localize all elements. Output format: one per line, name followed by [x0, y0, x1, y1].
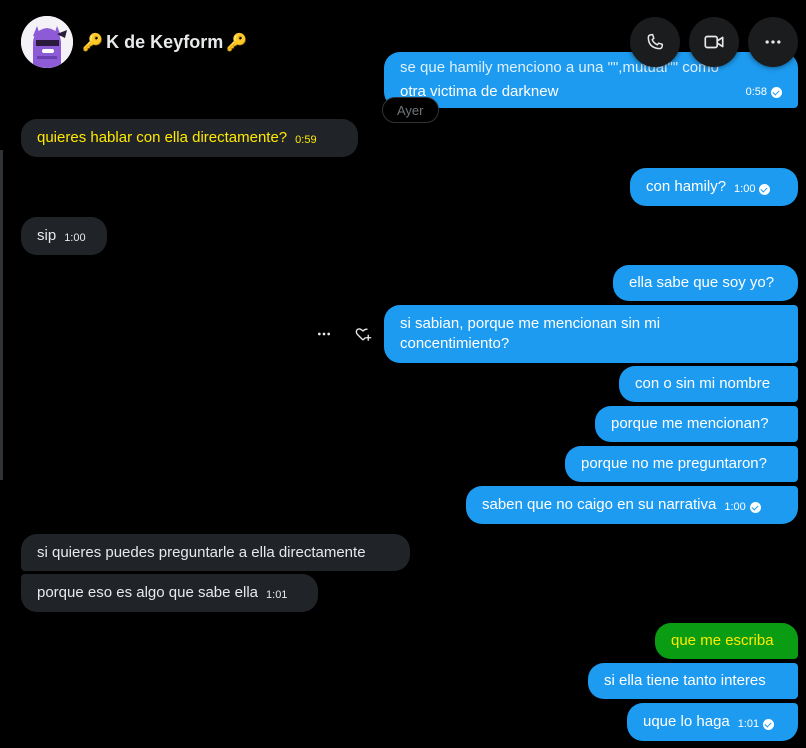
message-time: 1:00: [64, 232, 86, 244]
call-button[interactable]: [630, 17, 680, 67]
message-text: porque eso es algo que sabe ella: [37, 584, 259, 601]
message-time: 1:00: [724, 497, 761, 517]
message-text-line: si sabian, porque me mencionan sin mi: [400, 315, 661, 332]
message-text: saben que no caigo en su narrativa: [482, 496, 717, 513]
message-text: porque me mencionan?: [611, 415, 769, 432]
message-out[interactable]: ella sabe que soy yo?: [613, 265, 798, 301]
message-in[interactable]: sip 1:00: [21, 217, 107, 255]
message-time: 1:00: [734, 179, 771, 199]
message-out[interactable]: porque no me preguntaron?: [565, 446, 798, 482]
conversation-header: 🔑 K de Keyform 🔑: [0, 0, 806, 68]
contact-name[interactable]: 🔑 K de Keyform 🔑: [82, 32, 247, 53]
message-out[interactable]: saben que no caigo en su narrativa 1:00: [466, 486, 798, 524]
message-text: si quieres puedes preguntarle a ella dir…: [37, 543, 366, 561]
check-icon: [771, 86, 782, 98]
more-icon: [765, 40, 781, 44]
avatar-image: [21, 16, 73, 68]
video-icon: [704, 35, 724, 49]
message-in[interactable]: quieres hablar con ella directamente? 0:…: [21, 119, 358, 157]
message-out[interactable]: porque me mencionan?: [595, 406, 798, 442]
message-text: porque no me preguntaron?: [581, 455, 767, 472]
key-icon: 🔑: [226, 32, 248, 52]
message-time: 0:59: [295, 134, 317, 146]
video-call-button[interactable]: [689, 17, 739, 67]
message-out[interactable]: con o sin mi nombre: [619, 366, 798, 402]
check-icon: [763, 718, 775, 730]
check-icon: [759, 183, 771, 195]
heart-plus-icon: [355, 328, 372, 341]
message-out[interactable]: si sabian, porque me mencionan sin mi co…: [384, 305, 798, 363]
message-text-line: concentimiento?: [400, 335, 510, 352]
message-text: con o sin mi nombre: [635, 375, 771, 392]
more-options-button[interactable]: [312, 322, 336, 346]
message-out[interactable]: se que hamily menciono a una "",mutual""…: [384, 52, 798, 108]
message-text: con hamily?: [646, 178, 727, 195]
message-out[interactable]: que me escriba: [655, 623, 798, 659]
message-text: quieres hablar con ella directamente?: [37, 129, 288, 146]
message-out[interactable]: uque lo haga 1:01: [627, 703, 798, 741]
message-text: uque lo haga: [643, 713, 730, 730]
avatar[interactable]: [21, 16, 73, 68]
check-icon: [749, 501, 761, 513]
message-in[interactable]: porque eso es algo que sabe ella 1:01: [21, 574, 318, 612]
scrollbar[interactable]: [0, 150, 3, 480]
message-time: 1:01: [266, 589, 288, 601]
message-text: ella sabe que soy yo?: [629, 274, 775, 291]
message-out[interactable]: si ella tiene tanto interes: [588, 663, 798, 699]
message-text: si ella tiene tanto interes: [604, 672, 766, 689]
more-options-icon: [318, 332, 330, 336]
date-separator: Ayer: [382, 97, 439, 123]
message-in[interactable]: si quieres puedes preguntarle a ella dir…: [21, 534, 410, 571]
phone-icon: [647, 33, 664, 50]
message-text: sip: [37, 227, 57, 244]
message-out[interactable]: con hamily? 1:00: [630, 168, 798, 206]
message-time: 1:01: [738, 714, 775, 734]
react-button[interactable]: [351, 322, 375, 346]
more-button[interactable]: [748, 17, 798, 67]
key-icon: 🔑: [82, 32, 104, 52]
message-time: 0:58: [746, 82, 782, 102]
message-text: que me escriba: [671, 632, 774, 649]
contact-name-text: K de Keyform: [106, 32, 224, 52]
